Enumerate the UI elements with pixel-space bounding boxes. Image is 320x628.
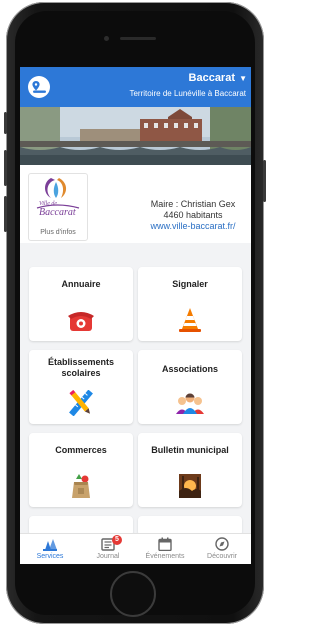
logo-text-baccarat: Baccarat	[39, 207, 76, 218]
top-bar: Baccarat ▼ Territoire de Lunéville à Bac…	[20, 67, 251, 107]
nav-label: Découvrir	[207, 553, 237, 560]
tile-bulletin-municipal[interactable]: Bulletin municipal	[138, 433, 242, 507]
website-link[interactable]: www.ville-baccarat.fr/	[138, 221, 248, 232]
home-button[interactable]	[110, 571, 156, 617]
tile-annuaire[interactable]: Annuaire	[29, 267, 133, 341]
front-camera	[104, 36, 109, 41]
caret-down-icon[interactable]: ▼	[239, 74, 247, 83]
tile-label: Commerces	[55, 445, 107, 455]
power-button	[263, 160, 266, 202]
services-grid: Annuaire Signaler Établissements scolair…	[20, 243, 251, 536]
newspaper-image-icon	[179, 474, 201, 498]
volume-down-button	[4, 196, 7, 232]
tile-etablissements-scolaires[interactable]: Établissements scolaires	[29, 350, 133, 424]
calendar-icon	[158, 537, 172, 551]
tile-associations[interactable]: Associations	[138, 350, 242, 424]
tile-signaler[interactable]: Signaler	[138, 267, 242, 341]
tile-commerces[interactable]: Commerces	[29, 433, 133, 507]
app-screen: Baccarat ▼ Territoire de Lunéville à Bac…	[20, 67, 251, 564]
mayor-name: Maire : Christian Gex	[150, 199, 236, 209]
nav-evenements[interactable]: Événements	[137, 534, 193, 564]
tile-label: Associations	[161, 364, 219, 374]
grocery-bag-icon	[72, 474, 90, 498]
territory-subtitle: Territoire de Lunéville à Baccarat	[129, 89, 246, 98]
nav-label: Événements	[145, 553, 185, 560]
compass-icon	[215, 537, 229, 551]
commune-logo: Ville de Baccarat	[36, 178, 80, 218]
map-pin-icon	[32, 81, 46, 93]
tile-label: Établissements scolaires	[47, 357, 115, 378]
commune-title[interactable]: Baccarat	[189, 72, 235, 84]
more-info-link[interactable]: Plus d'infos	[29, 229, 87, 236]
commune-info: Ville de Baccarat Plus d'infos Maire : C…	[20, 165, 251, 243]
nav-label: Services	[36, 553, 64, 560]
pencil-ruler-icon	[69, 390, 93, 416]
earpiece-speaker	[120, 37, 156, 40]
telephone-icon	[68, 312, 94, 331]
nav-journal[interactable]: 5 Journal	[80, 534, 136, 564]
volume-up-button	[4, 150, 7, 186]
mute-switch	[4, 112, 7, 134]
tile-label: Signaler	[172, 279, 208, 289]
cover-photo	[20, 107, 251, 165]
population: 4460 habitants	[163, 210, 223, 220]
commune-logo-card[interactable]: Ville de Baccarat Plus d'infos	[28, 173, 88, 241]
tile-label: Annuaire	[61, 279, 101, 289]
nav-services[interactable]: Services	[22, 534, 78, 564]
app-logo[interactable]	[28, 76, 50, 98]
services-icon	[43, 539, 57, 551]
people-icon	[176, 393, 204, 414]
nav-decouvrir[interactable]: Découvrir	[194, 534, 250, 564]
bottom-navigation: Services 5 Journal Événements Découvrir	[20, 533, 251, 564]
tile-label: Bulletin municipal	[151, 445, 229, 455]
traffic-cone-icon	[179, 308, 201, 332]
nav-label: Journal	[96, 553, 120, 560]
journal-badge: 5	[112, 535, 122, 545]
commune-details: Maire : Christian Gex 4460 habitants www…	[138, 199, 248, 232]
